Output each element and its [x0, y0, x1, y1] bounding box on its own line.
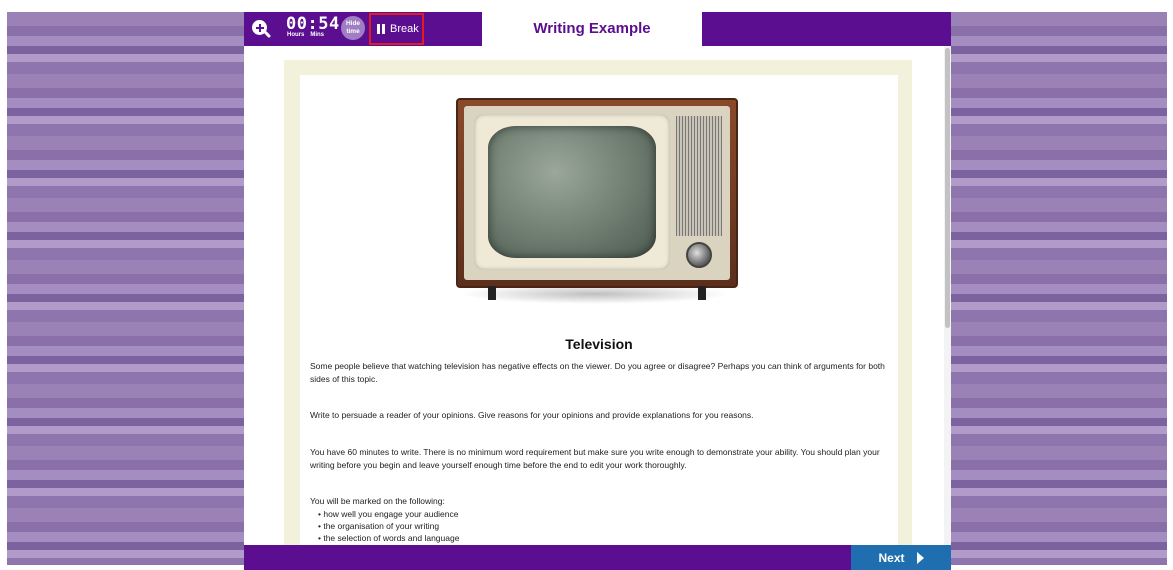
- timer-value: 00:54: [286, 14, 340, 34]
- zoom-handle: [263, 30, 272, 39]
- test-stage: 00:54 Hours Mins Hide time Break Writing …: [244, 12, 951, 570]
- marking-criteria-list: • how well you engage your audience • th…: [318, 508, 459, 544]
- television-image: [456, 98, 738, 308]
- hide-time-label-2: time: [346, 28, 360, 35]
- list-item: • the organisation of your writing: [318, 521, 440, 531]
- question-paragraph-2: Write to persuade a reader of your opini…: [310, 410, 754, 420]
- next-label: Next: [878, 550, 905, 565]
- question-paragraph-1: Some people believe that watching televi…: [310, 361, 885, 384]
- break-label: Break: [390, 23, 419, 35]
- timer-mins-label: Mins: [310, 32, 325, 38]
- play-arrow-icon: [916, 551, 924, 564]
- pause-icon: [377, 24, 385, 34]
- top-bar: 00:54 Hours Mins Hide time Break Writing …: [244, 12, 951, 46]
- timer-units: Hours Mins: [287, 32, 330, 38]
- bottom-bar: Next: [244, 545, 951, 570]
- next-button[interactable]: Next: [851, 545, 951, 570]
- timer: 00:54 Hours Mins: [286, 14, 340, 38]
- question-card: Television Some people believe that watc…: [284, 60, 912, 545]
- list-item: • how well you engage your audience: [318, 509, 459, 519]
- hide-time-label-1: Hide: [345, 20, 361, 27]
- question-heading: Television: [565, 336, 633, 352]
- page-title: Writing Example: [482, 12, 702, 46]
- hide-time-button[interactable]: Hide time: [341, 16, 365, 40]
- question-card-inner: Television Some people believe that watc…: [300, 75, 898, 545]
- break-button[interactable]: Break: [369, 13, 424, 45]
- question-paragraph-3: You have 60 minutes to write. There is n…: [310, 447, 880, 470]
- content-scroll-area[interactable]: Television Some people believe that watc…: [244, 46, 951, 545]
- zoom-in-icon[interactable]: [252, 20, 272, 40]
- question-paragraph-4: You will be marked on the following:: [310, 496, 445, 506]
- timer-hours-label: Hours: [287, 32, 305, 38]
- list-item: • the selection of words and language: [318, 533, 460, 543]
- scrollbar-thumb[interactable]: [945, 48, 950, 328]
- scrollbar[interactable]: [944, 46, 951, 545]
